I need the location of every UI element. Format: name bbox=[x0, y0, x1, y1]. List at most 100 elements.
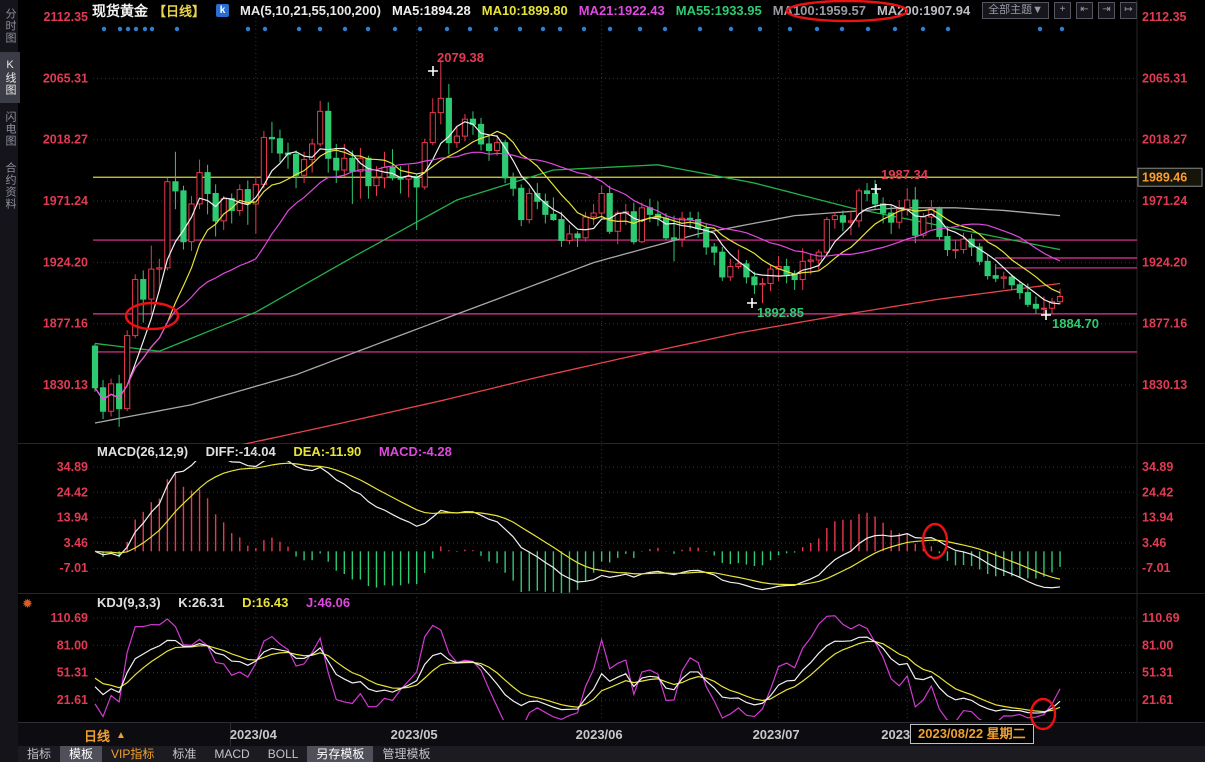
event-dot bbox=[840, 27, 844, 31]
svg-text:1830.13: 1830.13 bbox=[1142, 378, 1187, 392]
tab-vip-indicator[interactable]: VIP指标 bbox=[102, 746, 163, 762]
svg-text:34.89: 34.89 bbox=[1142, 460, 1173, 474]
macd-diff-value: DIFF:-14.04 bbox=[206, 444, 276, 459]
svg-text:21.61: 21.61 bbox=[57, 693, 88, 707]
tab-boll[interactable]: BOLL bbox=[259, 746, 308, 762]
event-dot bbox=[318, 27, 322, 31]
macd-plot bbox=[95, 455, 1060, 595]
tab-save-template[interactable]: 另存模板 bbox=[307, 746, 373, 762]
svg-text:21.61: 21.61 bbox=[1142, 693, 1173, 707]
period-arrow-icon: ▲ bbox=[116, 730, 126, 741]
ma10-value: MA10:1899.80 bbox=[482, 3, 568, 18]
svg-text:3.46: 3.46 bbox=[1142, 536, 1166, 550]
svg-text:2018.27: 2018.27 bbox=[1142, 133, 1187, 147]
month-label: 2023/07 bbox=[753, 727, 800, 742]
short-ma-lines bbox=[95, 122, 1060, 400]
event-dot bbox=[1060, 27, 1064, 31]
red-circle-annotation bbox=[923, 524, 947, 558]
compress-right-icon[interactable]: ⇥ bbox=[1098, 2, 1115, 19]
long-ma-lines bbox=[95, 165, 1060, 453]
svg-text:2018.27: 2018.27 bbox=[43, 133, 88, 147]
event-dot bbox=[143, 27, 147, 31]
tab-indicator[interactable]: 指标 bbox=[18, 746, 60, 762]
svg-text:110.69: 110.69 bbox=[50, 611, 88, 625]
kdj-k-value: K:26.31 bbox=[178, 595, 224, 610]
sidebar-tab-contract-info[interactable]: 合约资料 bbox=[0, 155, 20, 217]
event-dot bbox=[175, 27, 179, 31]
indicator-settings-icon[interactable]: ✹ bbox=[22, 596, 33, 612]
tab-template[interactable]: 模板 bbox=[60, 746, 102, 762]
event-dot bbox=[263, 27, 267, 31]
event-dot bbox=[815, 27, 819, 31]
date-axis-bar: 日线 ▲ 2023/04 2023/05 2023/06 2023/07 2023/08… bbox=[18, 722, 1205, 747]
svg-text:2112.35: 2112.35 bbox=[1142, 10, 1187, 24]
ma21-value: MA21:1922.43 bbox=[579, 3, 665, 18]
event-dot bbox=[582, 27, 586, 31]
kdj-plot bbox=[95, 616, 1060, 730]
svg-text:1877.16: 1877.16 bbox=[43, 317, 88, 331]
macd-title: MACD(26,12,9) bbox=[97, 444, 188, 459]
event-dot bbox=[126, 27, 130, 31]
svg-text:1892.85: 1892.85 bbox=[757, 305, 804, 320]
svg-text:13.94: 13.94 bbox=[1142, 511, 1173, 525]
tab-standard[interactable]: 标准 bbox=[163, 746, 205, 762]
crosshair-icon[interactable]: + bbox=[1054, 2, 1071, 19]
step-right-icon[interactable]: ↦ bbox=[1120, 2, 1137, 19]
theme-dropdown-button[interactable]: 全部主题▼ bbox=[982, 2, 1049, 19]
svg-text:1924.20: 1924.20 bbox=[43, 255, 88, 269]
annotations: 2079.381987.341892.851884.70 bbox=[102, 1, 1099, 729]
sidebar-tab-timeshare[interactable]: 分时图 bbox=[0, 1, 20, 51]
chart-canvas: 2112.352112.352065.312065.312018.272018.… bbox=[0, 0, 1205, 762]
svg-text:34.89: 34.89 bbox=[57, 460, 88, 474]
month-label: 2023/05 bbox=[391, 727, 438, 742]
svg-text:81.00: 81.00 bbox=[57, 638, 88, 652]
tab-macd[interactable]: MACD bbox=[205, 746, 258, 762]
svg-text:110.69: 110.69 bbox=[1142, 611, 1180, 625]
svg-text:-7.01: -7.01 bbox=[1142, 561, 1171, 575]
event-dot bbox=[246, 27, 250, 31]
macd-pane-header: MACD(26,12,9) DIFF:-14.04 DEA:-11.90 MAC… bbox=[97, 444, 466, 459]
event-dot bbox=[445, 27, 449, 31]
event-dot bbox=[663, 27, 667, 31]
svg-text:51.31: 51.31 bbox=[1142, 666, 1173, 680]
last-bar-date-tooltip: 2023/08/22 星期二 bbox=[910, 724, 1034, 744]
sidebar-tab-lightning[interactable]: 闪电图 bbox=[0, 104, 20, 154]
svg-text:2079.38: 2079.38 bbox=[437, 50, 484, 65]
event-dot bbox=[608, 27, 612, 31]
month-label: 2023/04 bbox=[230, 727, 277, 742]
event-dot bbox=[102, 27, 106, 31]
svg-text:24.42: 24.42 bbox=[1142, 485, 1173, 499]
event-dot bbox=[729, 27, 733, 31]
svg-text:3.46: 3.46 bbox=[64, 536, 88, 550]
svg-text:13.94: 13.94 bbox=[57, 511, 88, 525]
svg-text:1987.34: 1987.34 bbox=[881, 167, 929, 182]
svg-text:24.42: 24.42 bbox=[57, 485, 88, 499]
event-dot bbox=[468, 27, 472, 31]
event-dot bbox=[418, 27, 422, 31]
svg-text:81.00: 81.00 bbox=[1142, 638, 1173, 652]
ma55-value: MA55:1933.95 bbox=[676, 3, 762, 18]
ma200-value: MA200:1907.94 bbox=[877, 3, 970, 18]
period-selector[interactable]: 日线 ▲ bbox=[18, 723, 231, 747]
event-dot bbox=[558, 27, 562, 31]
ma5-value: MA5:1894.28 bbox=[392, 3, 471, 18]
svg-text:1971.24: 1971.24 bbox=[43, 194, 88, 208]
event-dot bbox=[118, 27, 122, 31]
period-label: 日线 bbox=[84, 726, 110, 745]
kdj-j-value: J:46.06 bbox=[306, 595, 350, 610]
svg-text:2065.31: 2065.31 bbox=[43, 71, 88, 85]
event-dot bbox=[343, 27, 347, 31]
sidebar-tab-kline[interactable]: K线图 bbox=[0, 52, 20, 103]
macd-macd-value: MACD:-4.28 bbox=[379, 444, 452, 459]
topbar-controls: 全部主题▼ + ⇤ ⇥ ↦ bbox=[982, 2, 1137, 19]
event-dot bbox=[698, 27, 702, 31]
tab-manage-template[interactable]: 管理模板 bbox=[373, 746, 439, 762]
symbol-name: 现货黄金 bbox=[92, 1, 148, 21]
compress-left-icon[interactable]: ⇤ bbox=[1076, 2, 1093, 19]
indicator-tab-bar: 指标 模板 VIP指标 标准 MACD BOLL 另存模板 管理模板 bbox=[18, 746, 1205, 762]
kdj-title: KDJ(9,3,3) bbox=[97, 595, 161, 610]
event-dot bbox=[366, 27, 370, 31]
red-circle-annotation bbox=[126, 303, 178, 329]
event-dot bbox=[134, 27, 138, 31]
month-label: 2023/06 bbox=[576, 727, 623, 742]
